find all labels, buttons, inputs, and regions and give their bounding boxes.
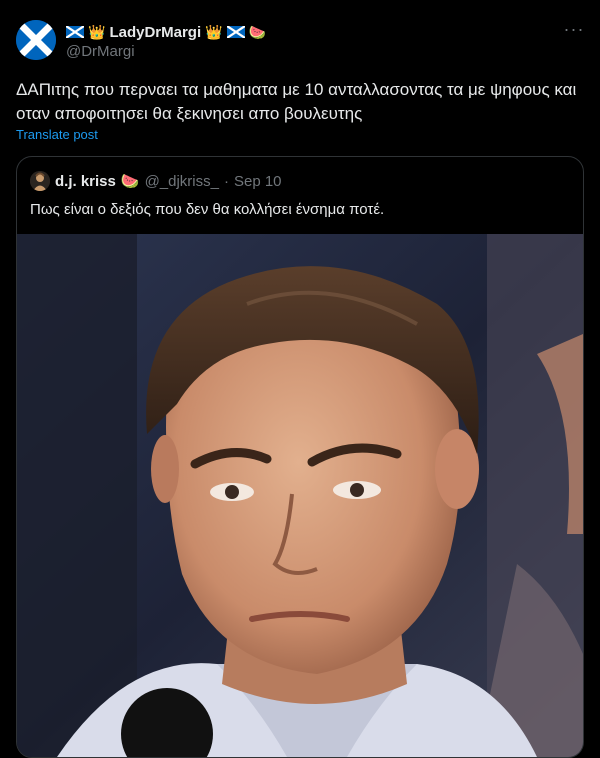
author-display-name[interactable]: LadyDrMargi xyxy=(109,24,201,41)
quoted-display-name[interactable]: d.j. kriss xyxy=(55,173,116,190)
translate-post-link[interactable]: Translate post xyxy=(16,127,98,142)
quoted-tweet[interactable]: d.j. kriss 🍉 @_djkriss_ · Sep 10 Πως είν… xyxy=(16,156,584,758)
crown-icon: 👑 xyxy=(205,24,223,40)
watermelon-icon: 🍉 xyxy=(120,173,140,190)
quoted-avatar[interactable] xyxy=(30,171,50,191)
quoted-text: Πως είναι ο δεξιός που δεν θα κολλήσει έ… xyxy=(30,201,385,218)
quoted-header: d.j. kriss 🍉 @_djkriss_ · Sep 10 xyxy=(30,171,282,191)
quoted-photo[interactable] xyxy=(17,234,583,757)
scotland-flag-icon xyxy=(66,26,84,38)
crown-icon: 👑 xyxy=(88,24,106,40)
author-avatar[interactable] xyxy=(16,20,56,60)
author-name-row[interactable]: 👑 LadyDrMargi 👑 🍉 xyxy=(66,22,266,42)
post-text: ΔΑΠιτης που περναει τα μαθηματα με 10 αν… xyxy=(16,80,577,123)
tweet: 👑 LadyDrMargi 👑 🍉 @DrMargi ··· ΔΑΠιτης π… xyxy=(0,0,600,758)
more-options-icon[interactable]: ··· xyxy=(562,20,586,42)
quoted-handle[interactable]: @_djkriss_ xyxy=(145,173,219,190)
portrait-photo-illustration xyxy=(17,234,583,757)
avatar-figure-icon xyxy=(30,171,50,191)
scotland-flag-icon xyxy=(16,20,56,60)
separator-dot: · xyxy=(223,172,229,190)
watermelon-icon: 🍉 xyxy=(248,24,266,40)
quoted-date[interactable]: Sep 10 xyxy=(234,173,282,190)
author-handle[interactable]: @DrMargi xyxy=(66,43,135,60)
scotland-flag-icon xyxy=(226,26,245,38)
